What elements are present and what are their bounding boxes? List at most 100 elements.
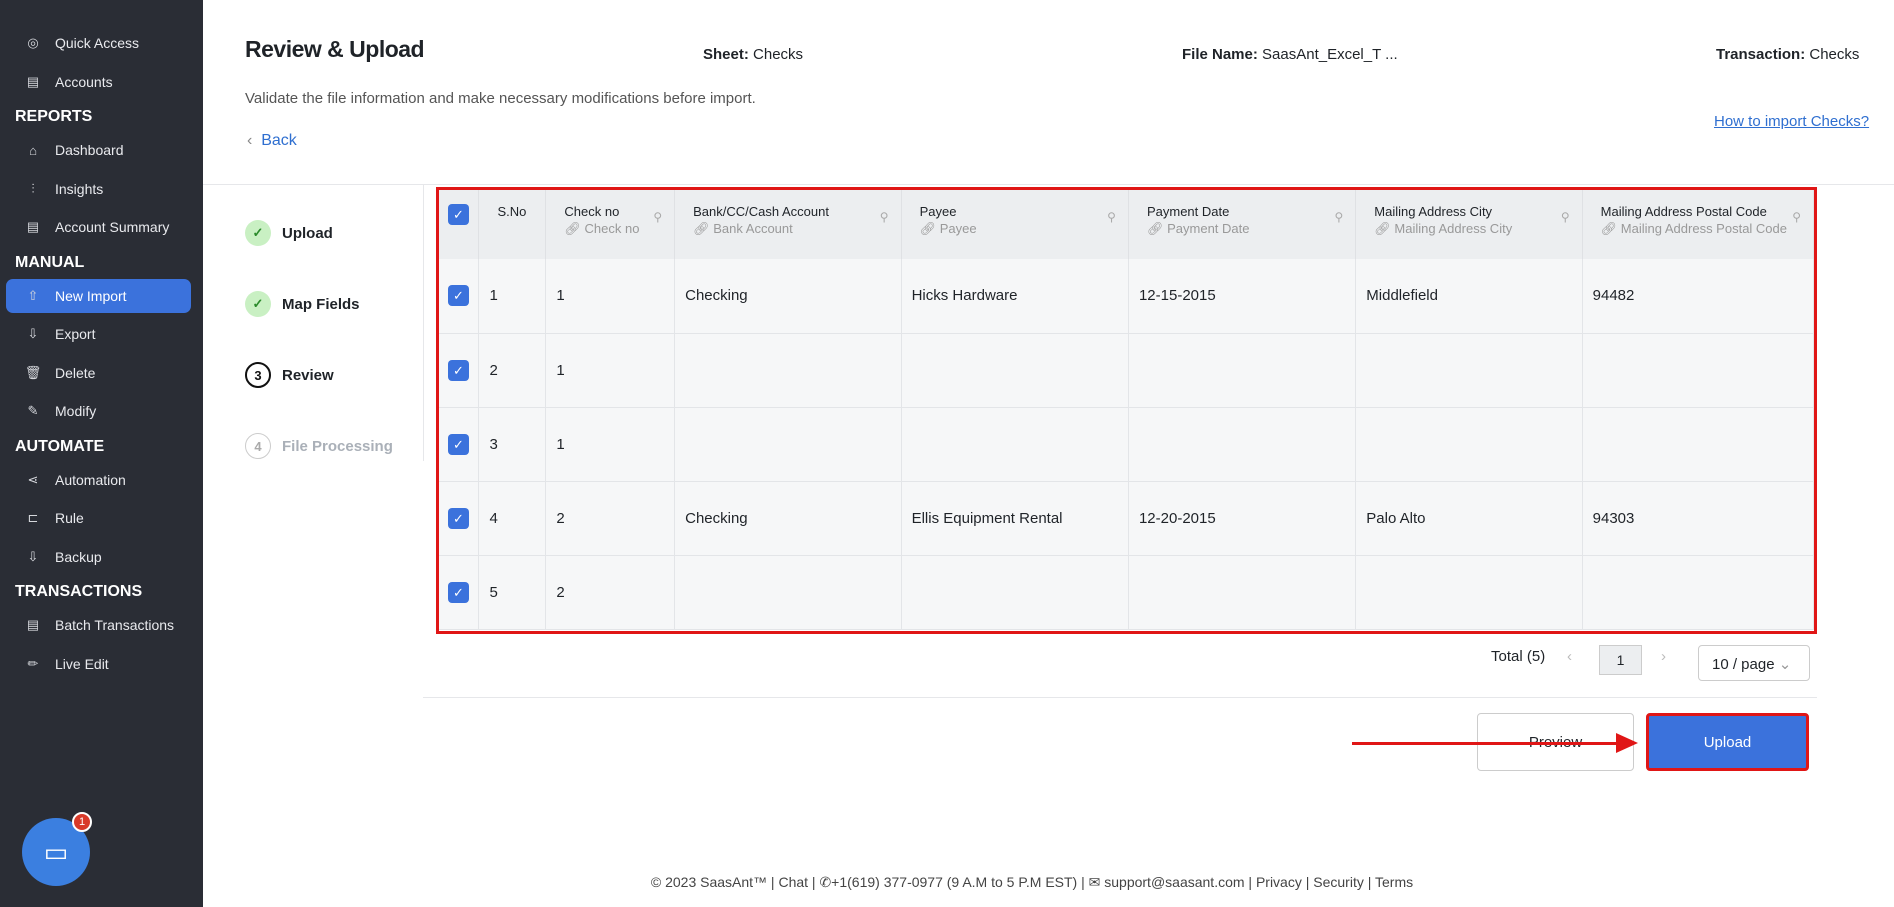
column-title: Mailing Address City: [1374, 204, 1493, 219]
search-icon[interactable]: ⚲: [1334, 210, 1343, 224]
sidebar-item-modify[interactable]: ✎ Modify: [6, 394, 191, 428]
page-1-button[interactable]: 1: [1599, 645, 1642, 675]
sidebar-item-account-summary[interactable]: ▤ Account Summary: [6, 210, 191, 244]
prev-page-button[interactable]: ‹: [1567, 648, 1572, 665]
table-cell[interactable]: 1: [545, 333, 676, 408]
chevron-left-icon: ‹: [247, 132, 253, 149]
column-header: Mailing Address City 🔗︎ Mailing Address C…: [1355, 190, 1583, 259]
upload-button[interactable]: Upload: [1646, 713, 1809, 771]
step-review: 3 Review: [245, 362, 334, 388]
search-icon[interactable]: ⚲: [1561, 210, 1570, 224]
table-cell[interactable]: 3: [478, 407, 547, 482]
table-cell[interactable]: [1128, 333, 1357, 408]
table-cell[interactable]: Palo Alto: [1355, 481, 1583, 556]
table-cell[interactable]: 94482: [1582, 259, 1814, 334]
back-link[interactable]: ‹ Back: [247, 132, 297, 150]
divider: [423, 184, 424, 461]
table-cell[interactable]: 12-15-2015: [1128, 259, 1357, 334]
step-label: Map Fields: [282, 295, 360, 313]
table-cell[interactable]: Hicks Hardware: [901, 259, 1129, 334]
column-title: Payee: [919, 204, 957, 219]
table-cell[interactable]: [674, 555, 902, 630]
row-checkbox[interactable]: ✓: [439, 259, 480, 334]
table-cell[interactable]: 1: [478, 259, 547, 334]
table-row: ✓ 3 1: [439, 407, 1814, 482]
page-title: Review & Upload: [245, 36, 425, 62]
clipboard-icon: ▤: [26, 219, 40, 234]
table-cell[interactable]: [1582, 333, 1814, 408]
clipboard-icon: ▤: [26, 73, 40, 89]
sidebar-item-label: Batch Transactions: [55, 617, 175, 633]
table-cell[interactable]: [674, 333, 902, 408]
row-checkbox[interactable]: ✓: [439, 555, 480, 630]
sidebar-item-quick-access[interactable]: ◎ Quick Access: [6, 26, 191, 60]
search-icon[interactable]: ⚲: [880, 210, 889, 224]
row-checkbox[interactable]: ✓: [439, 407, 480, 482]
table-cell[interactable]: 94303: [1582, 481, 1814, 556]
table-cell[interactable]: [1355, 407, 1583, 482]
table-cell[interactable]: 2: [478, 333, 547, 408]
table-cell[interactable]: [1582, 555, 1814, 630]
sidebar-item-label: Account Summary: [55, 219, 170, 235]
row-checkbox[interactable]: ✓: [439, 481, 480, 556]
table-row: ✓ 5 2: [439, 555, 1814, 630]
table-cell[interactable]: 5: [478, 555, 547, 630]
table-cell[interactable]: [1128, 555, 1357, 630]
search-icon[interactable]: ⚲: [1107, 210, 1116, 224]
sidebar-item-label: Automation: [55, 471, 126, 488]
column-header: Mailing Address Postal Code 🔗︎ Mailing Ad…: [1582, 190, 1814, 259]
table-cell[interactable]: [1128, 407, 1357, 482]
table-cell[interactable]: 12-20-2015: [1128, 481, 1357, 556]
sidebar-item-insights[interactable]: ⫶ Insights: [6, 172, 191, 206]
sidebar-item-label: Dashboard: [55, 142, 124, 158]
megaphone-icon: ⊏: [27, 510, 39, 525]
table-cell[interactable]: 1: [545, 407, 676, 482]
help-link[interactable]: How to import Checks?: [1714, 113, 1869, 130]
sidebar-item-export[interactable]: ⇩ Export: [6, 317, 191, 351]
row-checkbox[interactable]: ✓: [439, 333, 480, 408]
table-cell[interactable]: [901, 407, 1129, 482]
column-title: Mailing Address Postal Code: [1600, 204, 1767, 219]
sidebar-item-label: Live Edit: [55, 655, 109, 672]
sidebar-item-automation[interactable]: ⋖ Automation: [6, 463, 191, 497]
select-all-checkbox[interactable]: ✓: [439, 190, 480, 259]
table-cell[interactable]: [901, 333, 1129, 408]
table-cell[interactable]: [674, 407, 902, 482]
step-upload: ✓ Upload: [245, 220, 333, 246]
page-subtitle: Validate the file information and make n…: [245, 90, 756, 107]
search-icon[interactable]: ⚲: [653, 210, 662, 224]
table-cell[interactable]: [901, 555, 1129, 630]
search-icon[interactable]: ⚲: [1792, 210, 1801, 224]
next-page-button[interactable]: ›: [1661, 648, 1666, 665]
sidebar-item-dashboard[interactable]: ⌂ Dashboard: [6, 133, 191, 167]
sidebar-item-backup[interactable]: ⇩ Backup: [6, 540, 191, 574]
sidebar-item-rule[interactable]: ⊏ Rule: [6, 501, 191, 535]
mapped-field: 🔗︎ Mailing Address City: [1374, 221, 1513, 236]
section-automate: AUTOMATE: [15, 437, 105, 455]
sidebar-item-delete[interactable]: 🗑 Delete: [6, 356, 191, 390]
step-file-processing: 4 File Processing: [245, 433, 393, 459]
table-cell[interactable]: 1: [545, 259, 676, 334]
table-cell[interactable]: [1355, 333, 1583, 408]
table-cell[interactable]: [1582, 407, 1814, 482]
table-cell[interactable]: [1355, 555, 1583, 630]
sidebar-item-accounts[interactable]: ▤ Accounts: [6, 65, 191, 99]
sidebar-item-live-edit[interactable]: ✏ Live Edit: [6, 647, 191, 681]
table-cell[interactable]: 4: [478, 481, 547, 556]
table-cell[interactable]: Middlefield: [1355, 259, 1583, 334]
table-row: ✓ 2 1: [439, 333, 1814, 408]
trash-icon: 🗑: [24, 364, 42, 380]
sidebar-item-new-import[interactable]: ⇧ New Import: [6, 278, 191, 313]
sidebar-item-batch-transactions[interactable]: ▤ Batch Transactions: [6, 608, 191, 642]
section-reports: REPORTS: [15, 108, 93, 125]
table-cell[interactable]: Ellis Equipment Rental: [901, 481, 1129, 556]
mapped-field: 🔗︎ Payment Date: [1146, 221, 1250, 236]
table-cell[interactable]: Checking: [674, 481, 902, 556]
chevron-down-icon: ⌄: [1778, 656, 1792, 673]
table-cell[interactable]: Checking: [674, 259, 902, 334]
table-cell[interactable]: 2: [545, 481, 676, 556]
page-size-select[interactable]: 10 / page ⌄: [1698, 645, 1810, 681]
transaction-info: Transaction: Checks: [1716, 46, 1860, 63]
table-cell[interactable]: 2: [545, 555, 676, 630]
sidebar-item-label: Export: [55, 326, 96, 342]
